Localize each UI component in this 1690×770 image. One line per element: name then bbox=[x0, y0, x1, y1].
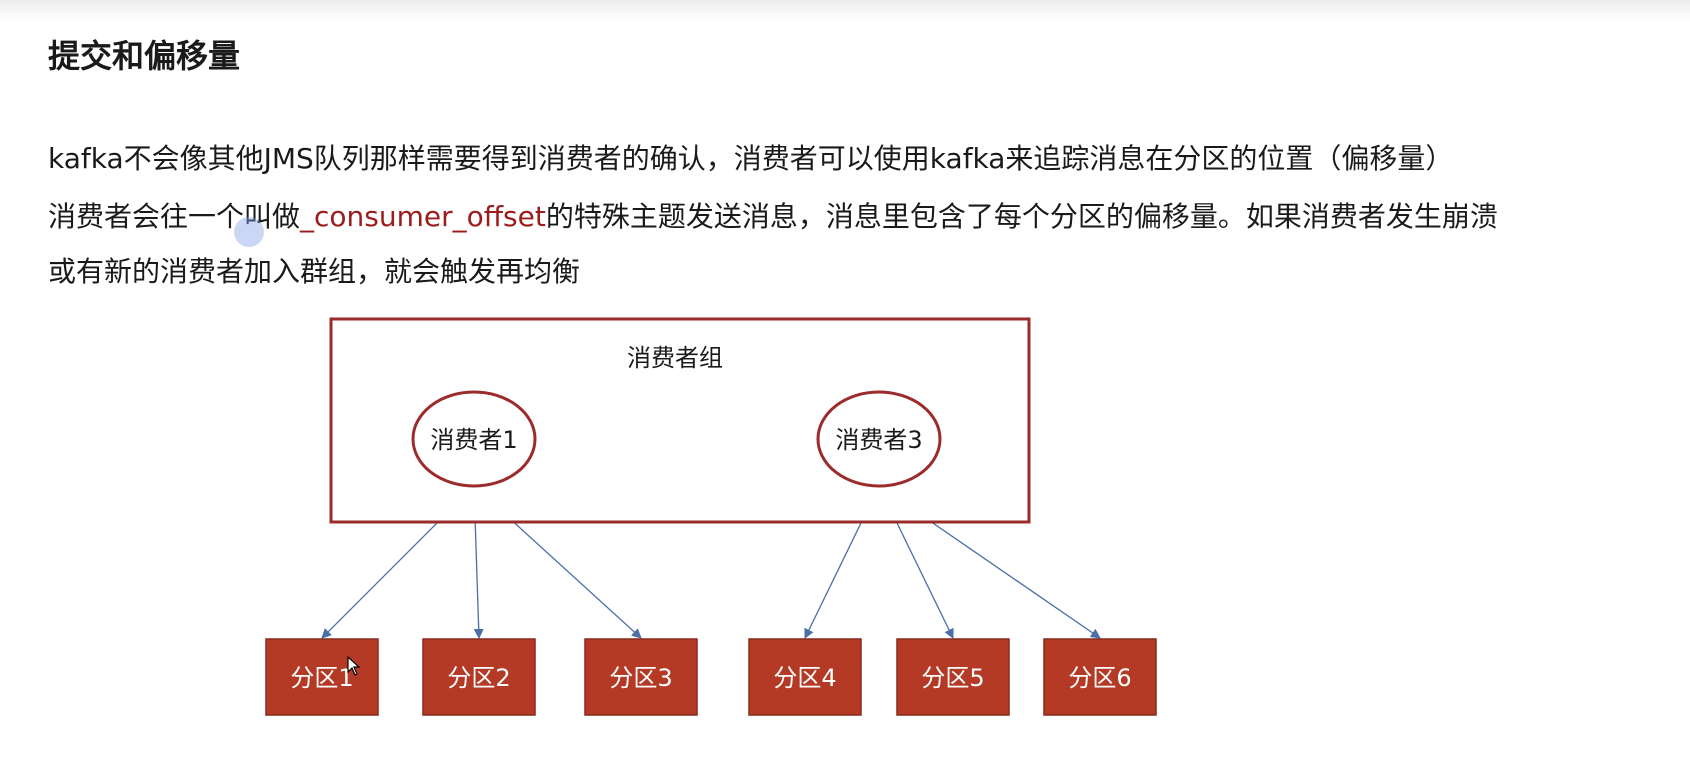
partition-label: 分区3 bbox=[609, 664, 672, 692]
partition-box: 分区5 bbox=[896, 638, 1010, 716]
partition-label: 分区6 bbox=[1068, 664, 1131, 692]
partition-nodes: 分区1 分区2 分区3 分区4 分区5 分区6 bbox=[265, 638, 1157, 716]
partition-box: 分区3 bbox=[584, 638, 698, 716]
consumer-group-label: 消费者组 bbox=[627, 344, 723, 372]
consumer-label: 消费者1 bbox=[430, 426, 517, 454]
partition-box: 分区6 bbox=[1043, 638, 1157, 716]
partition-label: 分区1 bbox=[290, 664, 353, 692]
consumer-node: 消费者3 bbox=[816, 390, 942, 488]
partition-box: 分区1 bbox=[265, 638, 379, 716]
partition-label: 分区4 bbox=[773, 664, 836, 692]
partition-box: 分区2 bbox=[422, 638, 536, 716]
consumer-group-diagram: 消费者组 消费者1 消费者3 分区1 分区2 分区3 分区4 分区5 分区6 bbox=[265, 317, 1157, 716]
mouse-pointer-icon bbox=[347, 656, 361, 676]
partition-label: 分区5 bbox=[921, 664, 984, 692]
partition-label: 分区2 bbox=[447, 664, 510, 692]
consumer-node: 消费者1 bbox=[411, 390, 537, 488]
partition-box: 分区4 bbox=[748, 638, 862, 716]
consumer-label: 消费者3 bbox=[835, 426, 922, 454]
